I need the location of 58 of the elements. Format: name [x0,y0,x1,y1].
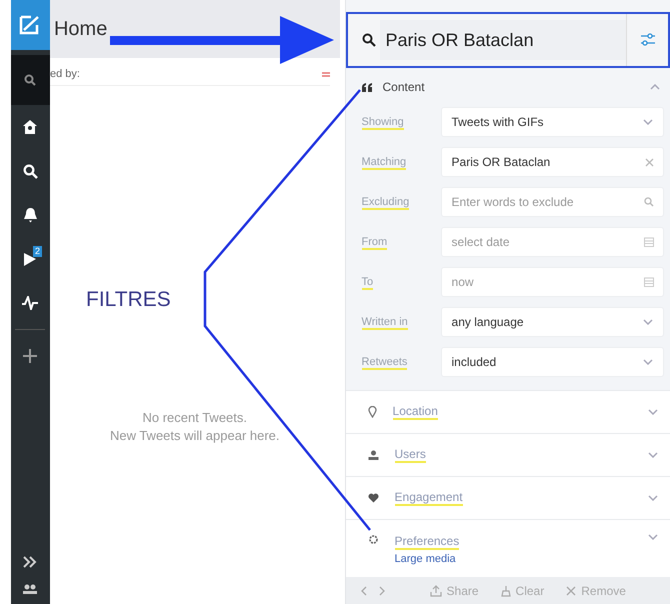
input-field[interactable]: now [440,267,664,297]
close-icon [566,586,576,596]
content-section-header[interactable]: Content [346,72,670,102]
chevron-down-icon [648,495,658,501]
search-icon [24,74,36,86]
input-field[interactable]: Enter words to exclude [440,187,664,217]
user-icon [368,450,379,460]
activity-icon[interactable] [21,296,40,310]
field-label: Matching [362,156,406,170]
filter-icon[interactable] [322,72,330,76]
gear-icon [368,534,379,545]
expand-icon[interactable] [22,556,38,568]
search-icon [362,33,376,47]
annotation-label: FILTRES [86,288,171,312]
dropdown[interactable]: included [440,347,664,377]
search-icon[interactable] [22,164,38,178]
caret-up-icon [650,84,660,90]
eraser-icon [500,584,511,596]
sliders-icon [640,33,656,47]
message-badge: 2 [32,246,42,257]
chevron-down-icon [643,119,653,125]
field-label: Written in [362,316,408,330]
column-title: Home [54,18,108,40]
chevron-down-icon [643,359,653,365]
home-icon[interactable] [22,119,38,135]
bell-icon[interactable] [22,207,38,223]
plus-icon[interactable] [22,348,38,364]
search-field[interactable]: Paris OR Bataclan [380,20,626,60]
pin-icon [368,406,377,418]
share-icon [430,584,442,596]
search-button[interactable] [10,55,50,105]
field-label: Retweets [362,356,408,370]
section-title: Preferences [394,534,460,550]
chevron-down-icon [648,409,658,415]
section-summary: Large media [394,553,456,565]
section-title: Engagement [394,490,463,506]
field-label: From [362,236,388,250]
dropdown[interactable]: any language [440,307,664,337]
field-label: Showing [362,116,404,130]
chevron-down-icon [648,452,658,458]
input-field[interactable]: select date [440,227,664,257]
section-title: Location [392,404,438,420]
dropdown[interactable]: Tweets with GIFs [440,107,664,137]
filter-label: ed by: [50,68,80,80]
section-title: Users [394,447,426,463]
search-icon [644,197,654,207]
field-label: To [362,276,374,290]
field-label: Excluding [362,196,410,210]
filter-section[interactable]: Preferences Large media [346,519,670,577]
chevron-down-icon [648,534,658,540]
input-field[interactable]: Paris OR Bataclan [440,147,664,177]
app-logo[interactable] [10,0,50,50]
heart-icon [368,493,379,503]
message-icon[interactable] [23,251,38,267]
empty-message: No recent Tweets. New Tweets will appear here. [108,409,281,445]
quote-icon [362,82,373,92]
people-icon[interactable] [22,584,38,594]
chevron-down-icon [643,319,653,325]
